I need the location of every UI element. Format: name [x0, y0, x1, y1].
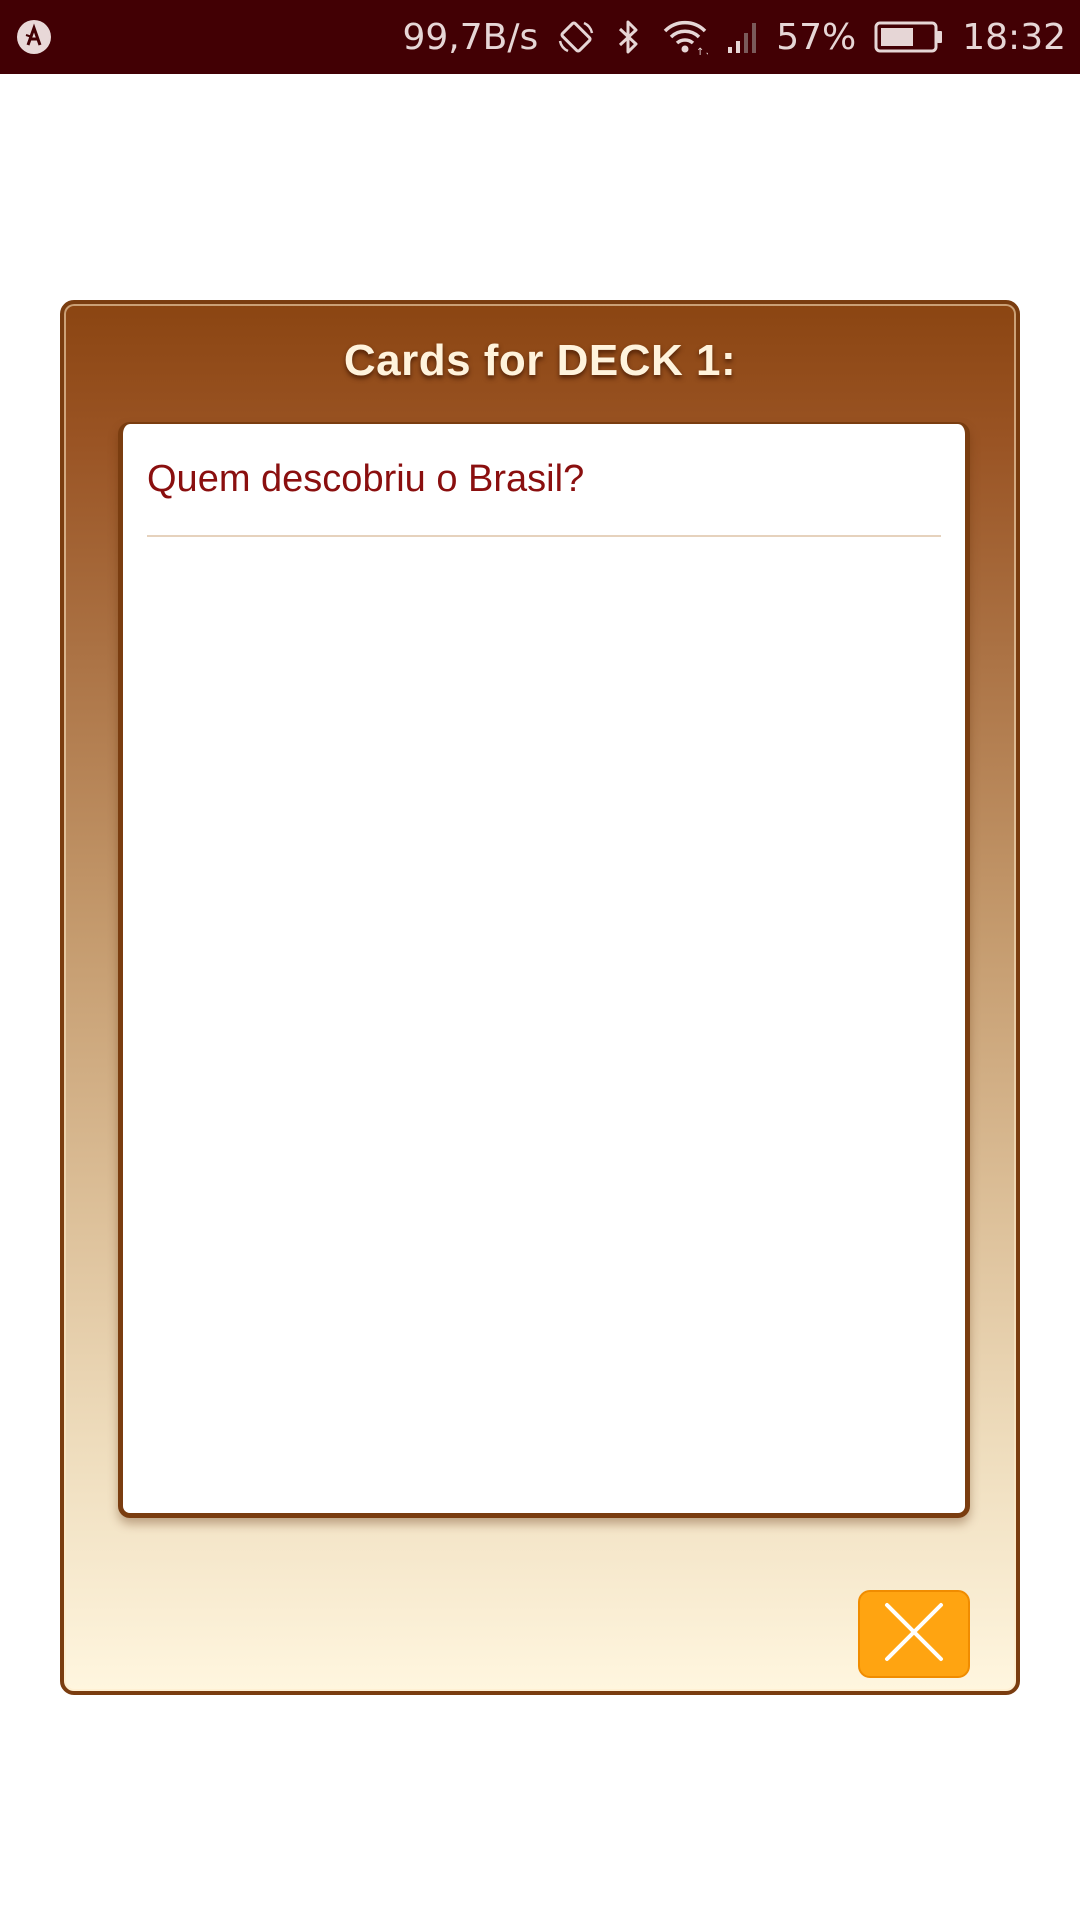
card-divider — [147, 535, 941, 537]
android-debug-icon — [14, 17, 54, 57]
clock: 18:32 — [962, 16, 1066, 58]
dialog-title: Cards for DECK 1: — [343, 336, 737, 385]
cell-signal-icon — [726, 17, 758, 57]
card-list-panel: Quem descobriu o Brasil? — [118, 422, 970, 1518]
battery-icon — [874, 17, 944, 57]
close-button[interactable] — [858, 1590, 970, 1678]
status-bar: 99,7B/s ↑↓ — [0, 0, 1080, 74]
bluetooth-icon — [614, 17, 644, 57]
deck-cards-dialog: Cards for DECK 1: Quem descobriu o Brasi… — [60, 300, 1020, 1695]
battery-percent: 57% — [776, 16, 857, 58]
auto-rotate-icon — [556, 17, 596, 57]
network-speed: 99,7B/s — [402, 16, 539, 58]
card-question[interactable]: Quem descobriu o Brasil? — [147, 458, 584, 501]
wifi-icon: ↑↓ — [662, 17, 708, 57]
app-screen: Cards for DECK 1: Quem descobriu o Brasi… — [0, 74, 1080, 1920]
svg-text:↑↓: ↑↓ — [696, 47, 708, 57]
close-icon — [883, 1601, 945, 1668]
